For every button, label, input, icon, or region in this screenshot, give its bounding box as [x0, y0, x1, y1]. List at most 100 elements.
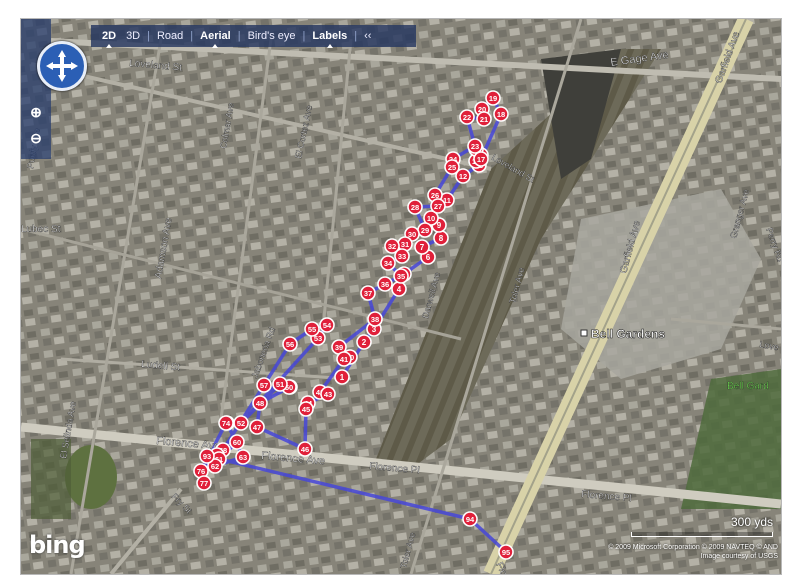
marker-number: 12: [459, 172, 467, 181]
poi-marker-icon[interactable]: [580, 329, 588, 337]
route-marker-33[interactable]: 33: [394, 248, 410, 264]
zoom-out-icon[interactable]: ⊖: [29, 131, 43, 145]
marker-number: 9: [437, 221, 442, 230]
marker-number: 60: [233, 438, 241, 447]
route-marker-18[interactable]: 18: [493, 106, 509, 122]
marker-number: 32: [388, 242, 396, 251]
marker-number: 31: [401, 240, 409, 249]
route-marker-43[interactable]: 43: [320, 386, 336, 402]
route-marker-60[interactable]: 60: [229, 434, 245, 450]
toolbar-divider: |: [237, 30, 241, 42]
route-marker-1[interactable]: 1: [334, 369, 350, 385]
route-marker-54[interactable]: 54: [319, 317, 335, 333]
scale-bar: [631, 532, 773, 537]
marker-number: 38: [371, 315, 379, 324]
route-marker-25[interactable]: 25: [444, 159, 460, 175]
route-marker-2[interactable]: 2: [356, 334, 372, 350]
route-marker-77[interactable]: 77: [196, 475, 212, 491]
marker-number: 2: [362, 338, 367, 347]
route-marker-94[interactable]: 94: [462, 511, 478, 527]
route-marker-29[interactable]: 29: [417, 222, 433, 238]
route-marker-37[interactable]: 37: [360, 285, 376, 301]
toolbar-divider: |: [190, 30, 194, 42]
route-marker-93[interactable]: 93: [199, 448, 215, 464]
route-marker-57[interactable]: 57: [256, 377, 272, 393]
route-marker-46[interactable]: 46: [297, 441, 313, 457]
marker-number: 34: [384, 259, 393, 268]
route-marker-74[interactable]: 74: [218, 415, 234, 431]
imagery-credit: Image courtesy of USGS: [700, 553, 778, 560]
marker-number: 94: [466, 515, 475, 524]
marker-number: 93: [203, 452, 211, 461]
marker-number: 19: [489, 94, 497, 103]
route-marker-63[interactable]: 63: [235, 449, 251, 465]
marker-number: 57: [260, 381, 268, 390]
route-marker-45[interactable]: 45: [298, 401, 314, 417]
marker-number: 55: [308, 325, 316, 334]
route-marker-7[interactable]: 7: [414, 239, 430, 255]
route-marker-47[interactable]: 47: [249, 419, 265, 435]
marker-number: 48: [256, 399, 264, 408]
pan-compass-button[interactable]: [37, 41, 87, 91]
marker-number: 46: [301, 445, 309, 454]
marker-number: 29: [421, 226, 429, 235]
route-marker-35[interactable]: 35: [393, 268, 409, 284]
marker-number: 52: [237, 419, 245, 428]
view-2d-button[interactable]: 2D: [97, 30, 121, 48]
marker-number: 18: [497, 110, 505, 119]
aerial-map[interactable]: E Gage AveLoveland StLoveland StPurdy Av…: [21, 19, 781, 574]
route-marker-52[interactable]: 52: [233, 415, 249, 431]
route-marker-51[interactable]: 51: [272, 376, 288, 392]
marker-number: 35: [397, 272, 405, 281]
marker-number: 77: [200, 479, 208, 488]
copyright-text: © 2009 Microsoft Corporation © 2009 NAVT…: [608, 544, 778, 551]
route-marker-19[interactable]: 19: [485, 90, 501, 106]
route-marker-55[interactable]: 55: [304, 321, 320, 337]
marker-number: 47: [253, 423, 261, 432]
route-marker-34[interactable]: 34: [380, 255, 396, 271]
marker-number: 10: [427, 214, 435, 223]
marker-number: 25: [448, 163, 456, 172]
marker-number: 22: [463, 113, 471, 122]
collapse-toolbar-icon[interactable]: ‹‹: [359, 30, 376, 42]
marker-number: 33: [398, 252, 406, 261]
marker-number: 6: [426, 253, 431, 262]
scale-label: 300 yds: [730, 515, 773, 529]
route-marker-8[interactable]: 8: [433, 230, 449, 246]
marker-number: 62: [211, 462, 219, 471]
marker-number: 37: [364, 289, 372, 298]
poi-label: Bell Gardens: [591, 327, 665, 341]
zoom-in-icon[interactable]: ⊕: [29, 105, 43, 119]
marker-number: 95: [502, 548, 510, 557]
marker-number: 45: [302, 405, 310, 414]
toolbar-divider: |: [302, 30, 306, 42]
marker-number: 43: [324, 390, 332, 399]
view-3d-button[interactable]: 3D: [121, 30, 145, 42]
road-view-button[interactable]: Road: [152, 30, 188, 42]
birds-eye-button[interactable]: Bird's eye: [243, 30, 301, 42]
route-marker-36[interactable]: 36: [377, 276, 393, 292]
labels-toggle[interactable]: Labels: [307, 30, 352, 48]
marker-number: 17: [477, 155, 485, 164]
marker-number: 39: [335, 343, 343, 352]
route-marker-21[interactable]: 21: [476, 111, 492, 127]
route-marker-4[interactable]: 4: [391, 281, 407, 297]
route-marker-95[interactable]: 95: [498, 544, 514, 560]
route-marker-38[interactable]: 38: [367, 311, 383, 327]
route-marker-48[interactable]: 48: [252, 395, 268, 411]
route-marker-23[interactable]: 23: [467, 138, 483, 154]
route-marker-41[interactable]: 41: [336, 351, 352, 367]
route-marker-22[interactable]: 22: [459, 109, 475, 125]
route-marker-28[interactable]: 28: [407, 199, 423, 215]
marker-number: 76: [197, 467, 205, 476]
street-label: Bell Gard: [727, 381, 769, 392]
route-marker-17[interactable]: 17: [473, 151, 489, 167]
map-viewport[interactable]: E Gage AveLoveland StLoveland StPurdy Av…: [20, 18, 782, 575]
pan-arrows-icon: [46, 50, 78, 82]
marker-number: 41: [340, 355, 348, 364]
marker-number: 28: [411, 203, 419, 212]
route-marker-27[interactable]: 27: [430, 198, 446, 214]
aerial-view-button[interactable]: Aerial: [195, 30, 236, 48]
route-marker-56[interactable]: 56: [282, 336, 298, 352]
marker-number: 7: [420, 243, 425, 252]
